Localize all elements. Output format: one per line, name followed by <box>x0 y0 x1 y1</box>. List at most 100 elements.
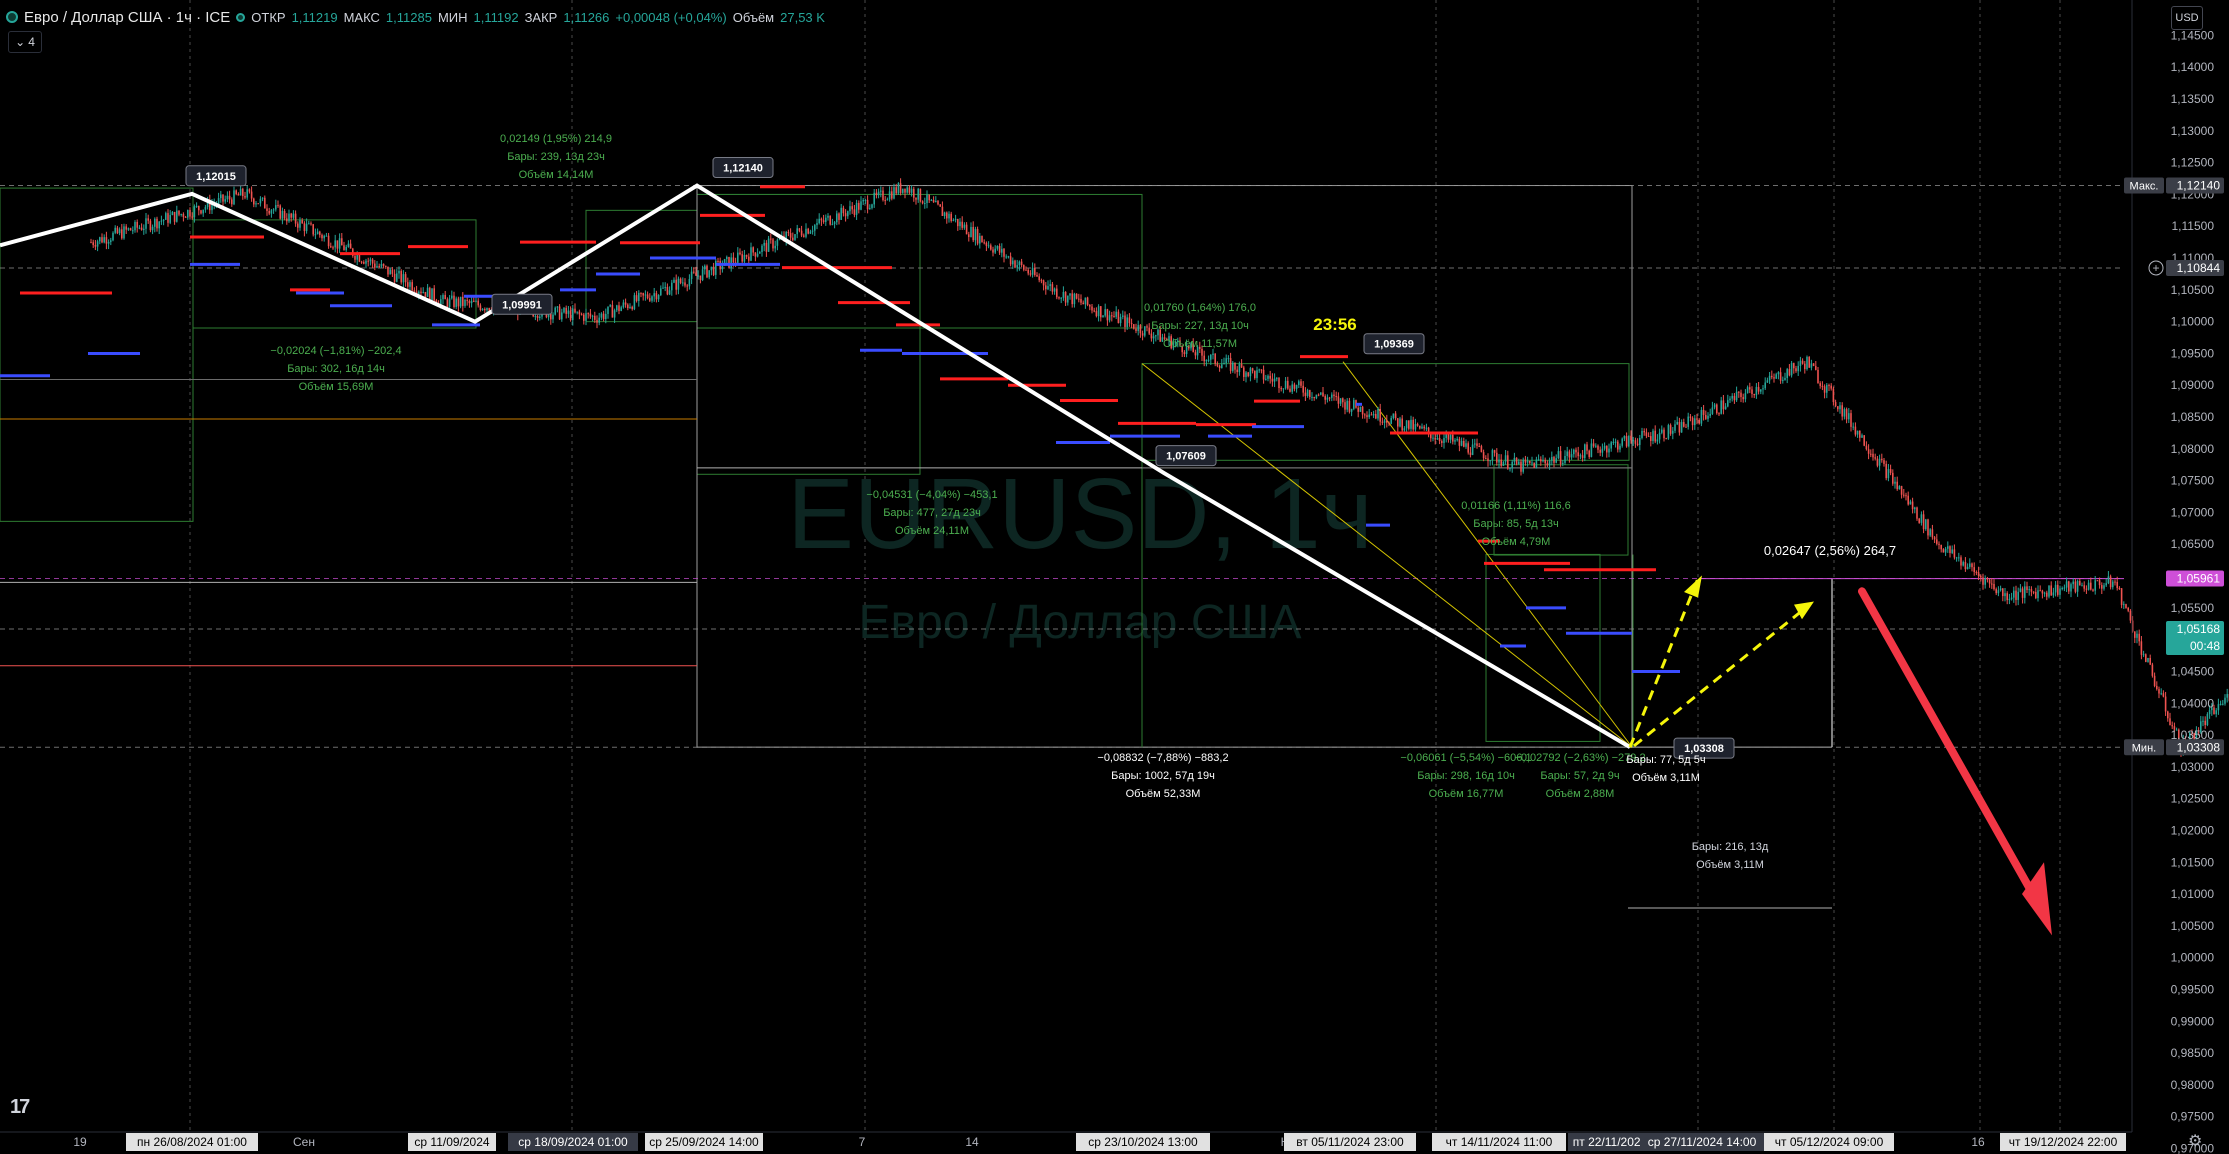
candle-body <box>1753 393 1755 396</box>
y-tick-label: 0,99000 <box>2171 1014 2215 1028</box>
candle-body <box>959 221 961 227</box>
candle-body <box>114 227 116 233</box>
candle-body <box>756 253 759 257</box>
candle-body <box>327 235 330 247</box>
candle-body <box>948 213 950 219</box>
candle-body <box>1331 394 1333 398</box>
candle-body <box>1333 394 1335 397</box>
candle-body <box>1984 578 1986 585</box>
candle-body <box>1542 459 1544 462</box>
candle-body <box>2030 589 2033 592</box>
candle-body <box>1801 360 1804 364</box>
candle-body <box>374 263 376 268</box>
candle-body <box>624 302 627 305</box>
candle-body <box>1731 395 1733 399</box>
candle-body <box>1806 356 1808 370</box>
candle-body <box>1366 415 1368 418</box>
candle-body <box>167 213 169 223</box>
candle-body <box>220 194 222 199</box>
candle-body <box>1258 369 1260 371</box>
candle-body <box>1221 364 1223 369</box>
candle-body <box>1557 451 1560 459</box>
candle-body <box>1449 434 1452 440</box>
candle-body <box>968 234 970 238</box>
candle-body <box>2145 654 2147 662</box>
candle-body <box>809 231 812 234</box>
y-tick-label: 1,05500 <box>2171 601 2215 615</box>
candle-body <box>1115 311 1117 317</box>
gear-icon[interactable]: ⚙ <box>2188 1131 2202 1151</box>
candle-body <box>1326 397 1329 400</box>
candle-body <box>2120 588 2123 605</box>
candle-body <box>442 295 444 300</box>
candle-body <box>649 298 651 301</box>
candle-body <box>2081 585 2083 587</box>
candle-body <box>761 245 763 253</box>
indicators-toggle[interactable]: ⌄ 4 <box>8 31 42 53</box>
candle-body <box>1390 418 1392 424</box>
candle-body <box>829 215 831 225</box>
candle-body <box>1768 375 1771 381</box>
candle-body <box>992 249 994 253</box>
candle-body <box>847 211 849 217</box>
candle-body <box>1205 359 1208 362</box>
candle-body <box>1986 578 1989 580</box>
candle-body <box>1474 443 1476 445</box>
candle-body <box>1093 310 1095 312</box>
candle-body <box>158 221 160 229</box>
candle-body <box>1573 449 1575 455</box>
candle-body <box>2074 581 2077 592</box>
candle-body <box>765 242 768 252</box>
candle-body <box>330 246 332 248</box>
candle-body <box>1124 315 1126 327</box>
candle-body <box>840 207 842 220</box>
measure-label: Бары: 227, 13д 10ч <box>1151 320 1249 332</box>
candle-body <box>928 194 930 201</box>
candle-body <box>763 242 765 246</box>
x-date-label: чт 05/12/2024 09:00 <box>1775 1135 1884 1149</box>
candle-body <box>1344 402 1346 410</box>
candle-body <box>1504 455 1507 462</box>
candle-body <box>125 226 127 230</box>
symbol-title[interactable]: Евро / Доллар США · 1ч · ICE <box>24 9 230 26</box>
candle-body <box>1060 297 1062 299</box>
candle-body <box>943 212 946 216</box>
candle-body <box>1529 460 1531 463</box>
candle-body <box>2090 582 2092 590</box>
candle-body <box>1049 284 1051 287</box>
candle-body <box>803 235 805 237</box>
candle-body <box>2129 610 2132 621</box>
candle-body <box>677 278 680 290</box>
y-tick-label: 1,10000 <box>2171 315 2215 329</box>
candle-body <box>266 208 268 211</box>
price-chart[interactable]: EURUSD, 1ч Евро / Доллар США 1,12015 1,09… <box>0 0 2229 1154</box>
candle-body <box>1621 438 1623 446</box>
candle-body <box>1764 382 1766 389</box>
candle-body <box>1694 418 1696 426</box>
candle-body <box>257 203 259 205</box>
candle-body <box>99 237 101 242</box>
candle-body <box>772 239 774 249</box>
measure-label: 0,02149 (1,95%) 214,9 <box>500 133 612 145</box>
candle-body <box>1784 377 1786 380</box>
candle-body <box>1911 501 1914 510</box>
candle-body <box>831 223 834 225</box>
candle-body <box>369 259 372 262</box>
candle-body <box>1815 366 1817 370</box>
candle-body <box>1821 385 1824 387</box>
candle-body <box>1696 418 1698 420</box>
measure-label: Объём 14,14M <box>519 169 594 181</box>
candle-body <box>585 313 587 321</box>
candle-body <box>1111 315 1113 317</box>
measure-label: Бары: 216, 13д <box>1692 841 1769 853</box>
currency-button[interactable]: USD <box>2171 6 2203 30</box>
candle-body <box>708 270 710 278</box>
candle-body <box>1432 437 1434 439</box>
candle-body <box>607 306 609 314</box>
candle-body <box>1982 577 1984 585</box>
candle-body <box>1023 265 1025 270</box>
candle-body <box>451 295 453 299</box>
candle-body <box>1826 385 1828 393</box>
candle-body <box>310 223 312 225</box>
candle-body <box>1320 392 1322 395</box>
